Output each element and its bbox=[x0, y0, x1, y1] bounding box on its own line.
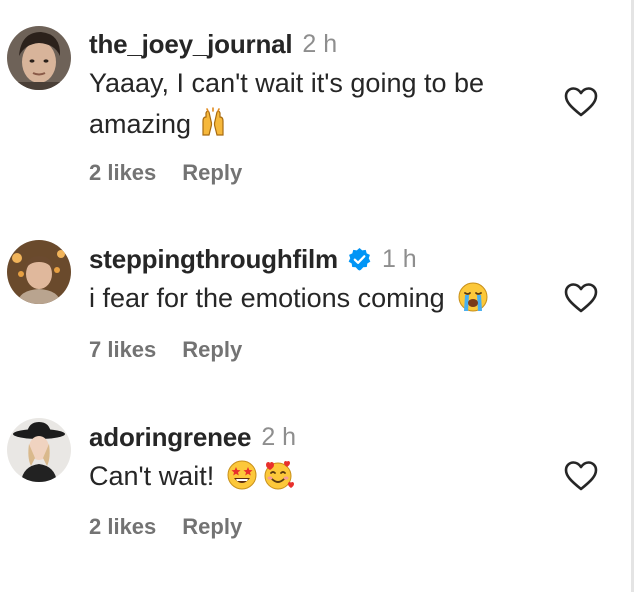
avatar[interactable] bbox=[7, 240, 71, 304]
like-heart-icon[interactable] bbox=[563, 86, 599, 118]
reply-button[interactable]: Reply bbox=[182, 160, 242, 186]
comment-timestamp[interactable]: 1 h bbox=[382, 245, 417, 274]
avatar-photo bbox=[7, 240, 71, 304]
comment-timestamp[interactable]: 2 h bbox=[261, 423, 296, 452]
avatar[interactable] bbox=[7, 26, 71, 90]
comment-text-line: Yaaay, I can't wait it's going to be bbox=[89, 68, 485, 98]
comment-text-line: i fear for the emotions coming bbox=[89, 283, 445, 313]
reply-button[interactable]: Reply bbox=[182, 337, 242, 363]
smiling-face-with-hearts-emoji bbox=[264, 461, 295, 490]
avatar[interactable] bbox=[7, 418, 71, 482]
likes-count[interactable]: 2 likes bbox=[89, 160, 156, 186]
comment-text-line: amazing bbox=[89, 109, 192, 139]
comment-username[interactable]: steppingthroughfilm bbox=[89, 244, 338, 275]
verified-badge-icon bbox=[348, 247, 371, 271]
likes-count[interactable]: 2 likes bbox=[89, 514, 156, 540]
like-heart-icon[interactable] bbox=[563, 460, 599, 492]
raising-hands-emoji bbox=[202, 107, 224, 136]
loudly-crying-face-emoji bbox=[458, 282, 488, 312]
comment-username[interactable]: the_joey_journal bbox=[89, 29, 293, 60]
avatar-photo bbox=[7, 26, 71, 90]
reply-button[interactable]: Reply bbox=[182, 514, 242, 540]
like-heart-icon[interactable] bbox=[563, 282, 599, 314]
comment-text-line: Can't wait! bbox=[89, 461, 215, 491]
avatar-photo bbox=[7, 418, 71, 482]
comment-text: Can't wait! bbox=[89, 456, 539, 497]
comment-username[interactable]: adoringrenee bbox=[89, 422, 252, 453]
star-struck-emoji bbox=[227, 460, 257, 490]
comment-text: Yaaay, I can't wait it's going to be ama… bbox=[89, 63, 539, 145]
likes-count[interactable]: 7 likes bbox=[89, 337, 156, 363]
comment-timestamp[interactable]: 2 h bbox=[302, 30, 337, 59]
comment-text: i fear for the emotions coming bbox=[89, 278, 539, 319]
